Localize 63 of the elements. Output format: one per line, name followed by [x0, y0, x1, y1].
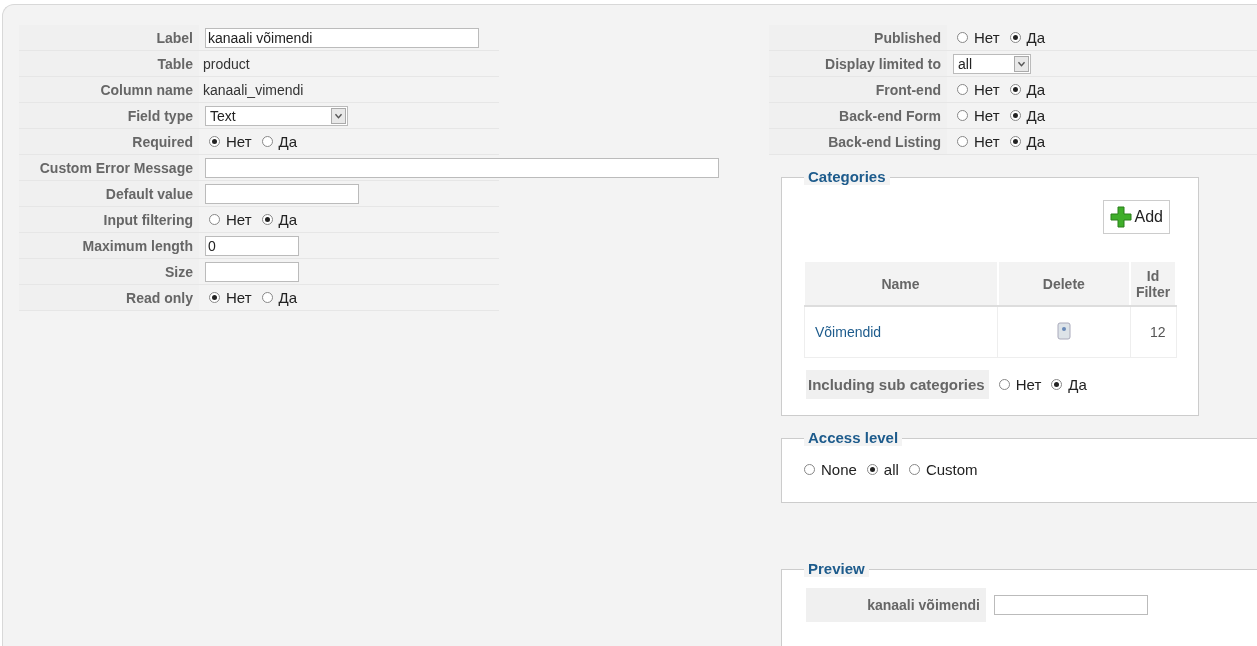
- table-cell: 12: [1130, 306, 1176, 358]
- radio-label: all: [883, 461, 899, 478]
- field-label: kanaali võimendi: [806, 588, 986, 622]
- text-field[interactable]: [205, 261, 299, 282]
- radio-button[interactable]: [209, 292, 220, 303]
- radio-label: Да: [278, 211, 298, 228]
- radio-label: Нет: [226, 289, 252, 306]
- radio-label: None: [821, 461, 857, 478]
- field-value: product: [202, 55, 250, 72]
- radio-button[interactable]: [998, 379, 1010, 390]
- radio-button[interactable]: [957, 110, 968, 121]
- add-button[interactable]: Add: [1102, 200, 1170, 234]
- radio-button[interactable]: [1009, 110, 1021, 121]
- radio-label: Да: [1026, 133, 1046, 150]
- column-header: Delete: [997, 262, 1131, 306]
- radio-label: Да: [1026, 29, 1046, 46]
- radio-label: Нет: [974, 81, 1000, 98]
- caret-icon: [331, 107, 346, 124]
- radio-label: Нет: [974, 29, 1000, 46]
- text-field[interactable]: [994, 595, 1148, 615]
- radio-label: Да: [1026, 81, 1046, 98]
- radio-label: Нет: [974, 133, 1000, 150]
- radio-button[interactable]: [209, 136, 220, 147]
- radio-button[interactable]: [866, 464, 878, 475]
- radio-label: Custom: [925, 461, 978, 478]
- radio-button[interactable]: [261, 136, 273, 147]
- radio-label: Да: [278, 133, 298, 150]
- text-field[interactable]: kanaali võimendi: [205, 27, 479, 48]
- radio-button[interactable]: [957, 136, 968, 147]
- category-link[interactable]: Võimendid: [804, 306, 998, 358]
- radio-button[interactable]: [1009, 136, 1021, 147]
- caret-icon: [1014, 55, 1029, 72]
- radio-label: Да: [1026, 107, 1046, 124]
- column-header: Name: [804, 262, 998, 306]
- radio-button[interactable]: [908, 464, 920, 475]
- dropdown[interactable]: all: [953, 53, 1031, 74]
- radio-label: Нет: [1015, 376, 1042, 393]
- radio-button[interactable]: [1009, 32, 1021, 43]
- radio-button[interactable]: [261, 292, 273, 303]
- panel-title: Access level: [804, 429, 903, 446]
- radio-button[interactable]: [1009, 84, 1021, 95]
- radio-button[interactable]: [209, 214, 220, 225]
- radio-label: Нет: [226, 211, 252, 228]
- radio-label: Нет: [226, 133, 252, 150]
- radio-label: Да: [1068, 376, 1087, 393]
- radio-button[interactable]: [957, 84, 968, 95]
- field-label: Including sub categories: [806, 370, 989, 399]
- panel-title: Preview: [804, 560, 869, 577]
- radio-button[interactable]: [804, 464, 815, 475]
- column-header: Id Filter: [1130, 262, 1176, 306]
- radio-label: Да: [278, 289, 298, 306]
- dropdown[interactable]: Text: [205, 105, 348, 126]
- text-field[interactable]: [205, 183, 359, 204]
- radio-button[interactable]: [1051, 379, 1063, 390]
- panel-title: Categories: [804, 168, 890, 185]
- field-value: kanaali_vimendi: [202, 81, 304, 98]
- trash-icon[interactable]: [1056, 321, 1071, 340]
- text-field[interactable]: [205, 157, 719, 178]
- text-field[interactable]: 0: [205, 235, 299, 256]
- radio-label: Нет: [974, 107, 1000, 124]
- radio-button[interactable]: [957, 32, 968, 43]
- radio-button[interactable]: [261, 214, 273, 225]
- plus-icon: [1109, 206, 1132, 228]
